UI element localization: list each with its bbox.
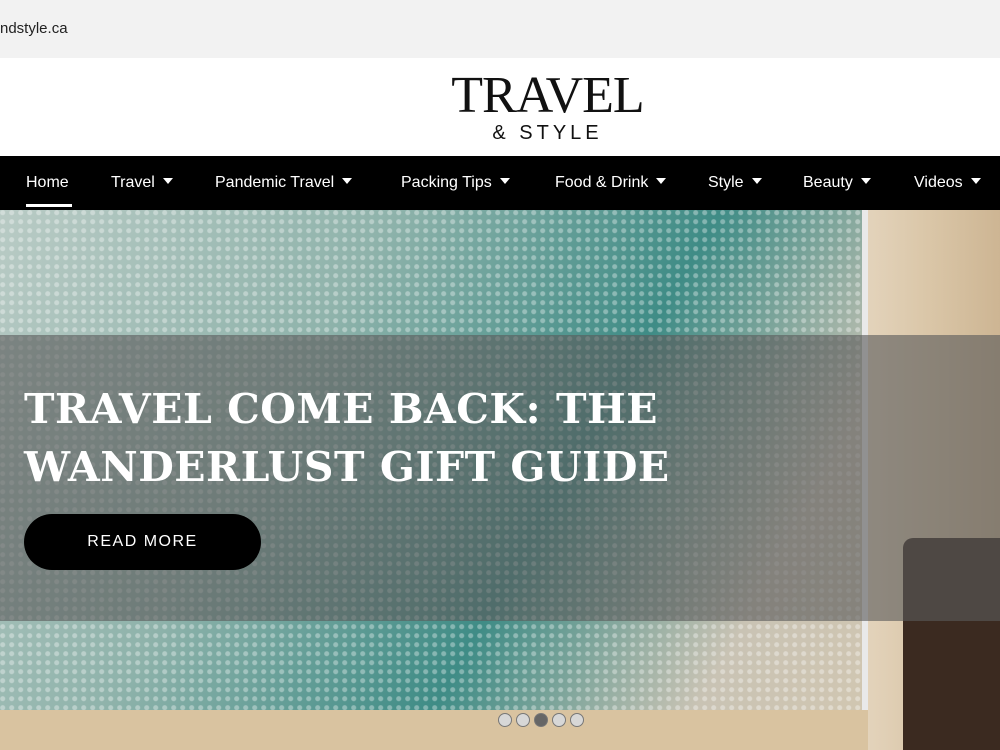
nav-active-indicator (26, 204, 72, 207)
nav-label: Beauty (803, 174, 853, 191)
nav-item-packing-tips[interactable]: Packing Tips (401, 156, 510, 210)
hero-headline-line1: TRAVEL COME BACK: THE (24, 385, 658, 433)
caret-down-icon (656, 177, 667, 184)
slider-dot-1[interactable] (498, 713, 512, 727)
hero-image-wood-floor (0, 710, 868, 750)
caret-down-icon (860, 177, 871, 184)
nav-item-travel[interactable]: Travel (111, 156, 173, 210)
site-logo[interactable]: TRAVEL & STYLE (445, 67, 650, 145)
caret-down-icon (342, 177, 353, 184)
caret-down-icon (499, 177, 510, 184)
nav-label: Packing Tips (401, 174, 492, 191)
browser-address-bar[interactable]: ndstyle.ca (0, 0, 1000, 59)
slider-pagination (498, 712, 588, 730)
hero-slider[interactable]: TRAVEL COME BACK: THE WANDERLUST GIFT GU… (0, 210, 1000, 750)
nav-item-videos[interactable]: Videos (914, 156, 981, 210)
logo-line1: TRAVEL (451, 67, 644, 124)
address-url[interactable]: ndstyle.ca (0, 20, 68, 37)
nav-item-pandemic-travel[interactable]: Pandemic Travel (215, 156, 353, 210)
slider-dot-5[interactable] (570, 713, 584, 727)
caret-down-icon (162, 177, 173, 184)
nav-item-food-drink[interactable]: Food & Drink (555, 156, 667, 210)
caret-down-icon (970, 177, 981, 184)
nav-item-home[interactable]: Home (26, 156, 69, 210)
nav-label: Pandemic Travel (215, 174, 335, 191)
nav-label: Home (26, 174, 69, 191)
logo-line2: & STYLE (492, 122, 603, 144)
nav-label: Travel (111, 174, 155, 191)
nav-item-beauty[interactable]: Beauty (803, 156, 871, 210)
hero-headline[interactable]: TRAVEL COME BACK: THE WANDERLUST GIFT GU… (24, 380, 724, 496)
nav-label: Style (708, 174, 744, 191)
nav-label: Videos (914, 174, 963, 191)
caret-down-icon (751, 177, 762, 184)
nav-item-style[interactable]: Style (708, 156, 762, 210)
slider-dot-3[interactable] (534, 713, 548, 727)
slider-dot-4[interactable] (552, 713, 566, 727)
nav-label: Food & Drink (555, 174, 649, 191)
slider-dot-2[interactable] (516, 713, 530, 727)
read-more-button[interactable]: READ MORE (24, 514, 261, 570)
main-nav: Home Travel Pandemic Travel Packing Tips… (0, 156, 1000, 210)
hero-headline-line2: WANDERLUST GIFT GUIDE (24, 443, 670, 491)
site-header: TRAVEL & STYLE (0, 58, 1000, 156)
